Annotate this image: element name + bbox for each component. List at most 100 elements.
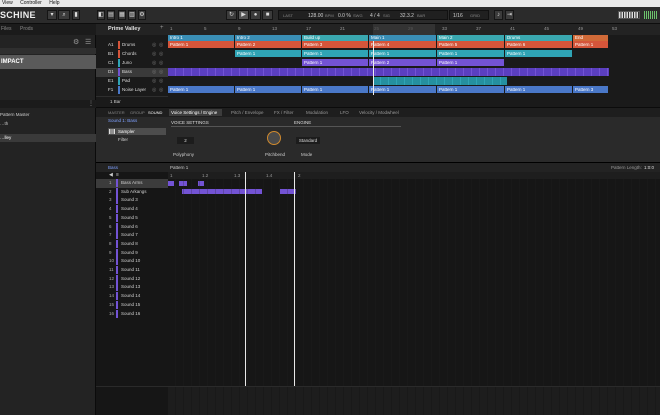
browser-tab-files[interactable]: Files bbox=[1, 26, 12, 32]
keyboard-icon[interactable] bbox=[618, 11, 640, 19]
add-icon[interactable]: + bbox=[160, 25, 164, 31]
step-grid[interactable] bbox=[168, 179, 660, 319]
arranger-length[interactable]: 1 Bar bbox=[110, 99, 121, 104]
browser-item-selected[interactable]: …lley bbox=[0, 134, 96, 142]
group-row[interactable]: A1 Drums ◎ ◎ bbox=[96, 41, 168, 50]
pattern-clip[interactable]: Pattern 6 bbox=[505, 41, 572, 48]
pattern-clip[interactable]: Pattern 1 bbox=[302, 86, 368, 93]
pattern-name[interactable]: Pattern 1 bbox=[170, 165, 188, 170]
mixer-icon[interactable]: ▤ bbox=[107, 10, 115, 20]
solo-icon[interactable]: ◎ bbox=[159, 68, 163, 77]
browser-item[interactable]: Pattern Master bbox=[0, 112, 30, 117]
sound-row[interactable]: 12 Sound 12 bbox=[96, 274, 168, 284]
sound-row[interactable]: 7 Sound 7 bbox=[96, 231, 168, 240]
note-event[interactable] bbox=[182, 189, 262, 195]
solo-icon[interactable]: ◎ bbox=[159, 41, 163, 50]
pattern-clip[interactable]: Pattern 3 bbox=[302, 41, 368, 48]
pattern-clip[interactable]: Pattern 1 bbox=[437, 59, 504, 66]
settings-icon[interactable]: ⚙ bbox=[138, 10, 146, 20]
mute-icon[interactable]: ◎ bbox=[152, 50, 156, 59]
sound-row[interactable]: 10 Sound 10 bbox=[96, 257, 168, 266]
page-tab-lfo[interactable]: LFO bbox=[340, 110, 349, 115]
group-row[interactable]: D1 Bass ◎ ◎ bbox=[96, 68, 168, 77]
group-row[interactable]: E1 Pad ◎ ◎ bbox=[96, 77, 168, 86]
mute-icon[interactable]: ◎ bbox=[152, 68, 156, 77]
solo-icon[interactable]: ◎ bbox=[159, 77, 163, 86]
menu-help[interactable]: Help bbox=[49, 0, 59, 6]
record-icon[interactable]: ● bbox=[250, 10, 261, 20]
plugin-slot-sampler[interactable]: Sampler bbox=[108, 128, 166, 135]
pattern-clip[interactable]: Pattern 4 bbox=[369, 41, 436, 48]
swing-value[interactable]: 0.0 % bbox=[338, 11, 351, 21]
library-header[interactable]: IMPACT bbox=[0, 55, 96, 69]
loop-range[interactable] bbox=[373, 24, 435, 35]
sound-row[interactable]: 14 Sound 14 bbox=[96, 292, 168, 301]
pattern-clip[interactable]: Pattern 1 bbox=[505, 86, 572, 93]
metronome-icon[interactable]: ♪ bbox=[494, 10, 503, 20]
note-event[interactable] bbox=[179, 180, 187, 186]
pattern-clip[interactable]: Pattern 1 bbox=[505, 50, 572, 57]
list-icon[interactable]: ☰ bbox=[85, 38, 91, 46]
search-icon[interactable]: ⌕ bbox=[58, 10, 70, 20]
pattern-clip[interactable]: Pattern 3 bbox=[573, 86, 608, 93]
page-tab-fx[interactable]: FX / Filter bbox=[274, 110, 294, 115]
pattern-ruler[interactable]: 1 1.2 1.3 1.4 2 bbox=[168, 172, 660, 179]
note-event[interactable] bbox=[168, 180, 174, 186]
polyphony-value[interactable]: 2 bbox=[177, 137, 194, 144]
grid-value[interactable]: 1/16 bbox=[453, 11, 463, 21]
pattern-clip[interactable]: Pattern 2 bbox=[369, 59, 436, 66]
plugin-icon[interactable]: ▮ bbox=[72, 10, 80, 20]
play-button[interactable]: ▶ bbox=[238, 10, 249, 20]
page-tab-voice[interactable]: Voice Settings / Engine bbox=[171, 110, 217, 115]
tab-group[interactable]: GROUP bbox=[130, 110, 145, 115]
page-tab-modulation[interactable]: Modulation bbox=[306, 110, 328, 115]
menu-controller[interactable]: Controller bbox=[20, 0, 42, 6]
loop-icon[interactable]: ↻ bbox=[226, 10, 237, 20]
follow-icon[interactable]: ⇥ bbox=[505, 10, 514, 20]
solo-icon[interactable]: ◎ bbox=[159, 86, 163, 95]
browser-tab-prods[interactable]: Prods bbox=[20, 26, 33, 32]
pattern-icon[interactable]: ▥ bbox=[128, 10, 136, 20]
note-event[interactable] bbox=[198, 180, 204, 186]
pattern-clip[interactable]: Pattern 1 bbox=[168, 86, 234, 93]
list-icon[interactable]: ≡ bbox=[116, 172, 119, 178]
sound-row[interactable]: 2 Sub Arkangs bbox=[96, 187, 168, 197]
pattern-clip[interactable]: Pattern 1 bbox=[369, 86, 436, 93]
signature-value[interactable]: 4 / 4 bbox=[370, 11, 380, 21]
page-tab-pitch[interactable]: Pitch / Envelope bbox=[231, 110, 264, 115]
speaker-icon[interactable]: ◀ bbox=[109, 172, 113, 178]
sound-row[interactable]: 13 Sound 13 bbox=[96, 283, 168, 292]
pattern-clip[interactable]: Pattern 2 bbox=[235, 41, 301, 48]
solo-icon[interactable]: ◎ bbox=[159, 59, 163, 68]
sound-row[interactable]: 11 Sound 11 bbox=[96, 266, 168, 275]
mute-icon[interactable]: ◎ bbox=[152, 86, 156, 95]
browser-item[interactable]: …th bbox=[0, 121, 8, 126]
browser-toggle-icon[interactable]: ◧ bbox=[97, 10, 105, 20]
arranger-ruler[interactable]: 1591317212529333741454953 bbox=[168, 24, 660, 35]
bass-lane[interactable] bbox=[168, 68, 609, 76]
sound-row[interactable]: 16 Sound 16 bbox=[96, 309, 168, 319]
tab-master[interactable]: MASTER bbox=[108, 110, 125, 115]
sound-row[interactable]: 6 Sound 6 bbox=[96, 222, 168, 232]
pattern-clip[interactable]: Pattern 1 bbox=[302, 59, 368, 66]
pattern-clip[interactable]: Pattern 1 bbox=[437, 50, 504, 57]
pattern-clip[interactable]: Pattern 1 bbox=[235, 86, 301, 93]
sound-row[interactable]: 5 Sound 5 bbox=[96, 213, 168, 223]
menu-view[interactable]: View bbox=[2, 0, 13, 6]
mode-value[interactable]: Standard bbox=[296, 137, 320, 144]
more-icon[interactable]: ⋮ bbox=[88, 100, 94, 107]
pattern-clip[interactable]: Pattern 5 bbox=[437, 41, 504, 48]
sound-row[interactable]: 9 Sound 9 bbox=[96, 248, 168, 258]
sound-row[interactable]: 15 Sound 15 bbox=[96, 300, 168, 310]
sound-row[interactable]: 1 Bass Arms bbox=[96, 179, 168, 188]
mute-icon[interactable]: ◎ bbox=[152, 77, 156, 86]
sound-row[interactable]: 3 Sound 3 bbox=[96, 196, 168, 205]
mute-icon[interactable]: ◎ bbox=[152, 41, 156, 50]
pattern-clip[interactable]: Pattern 1 bbox=[235, 50, 301, 57]
dropdown-icon[interactable]: ▾ bbox=[47, 10, 57, 20]
page-tab-velocity[interactable]: Velocity / Modwheel bbox=[359, 110, 399, 115]
pitchbend-knob[interactable] bbox=[267, 131, 281, 145]
velocity-lane[interactable] bbox=[168, 387, 660, 415]
sound-row[interactable]: 4 Sound 4 bbox=[96, 205, 168, 214]
pattern-clip[interactable]: Pattern 1 bbox=[168, 41, 234, 48]
